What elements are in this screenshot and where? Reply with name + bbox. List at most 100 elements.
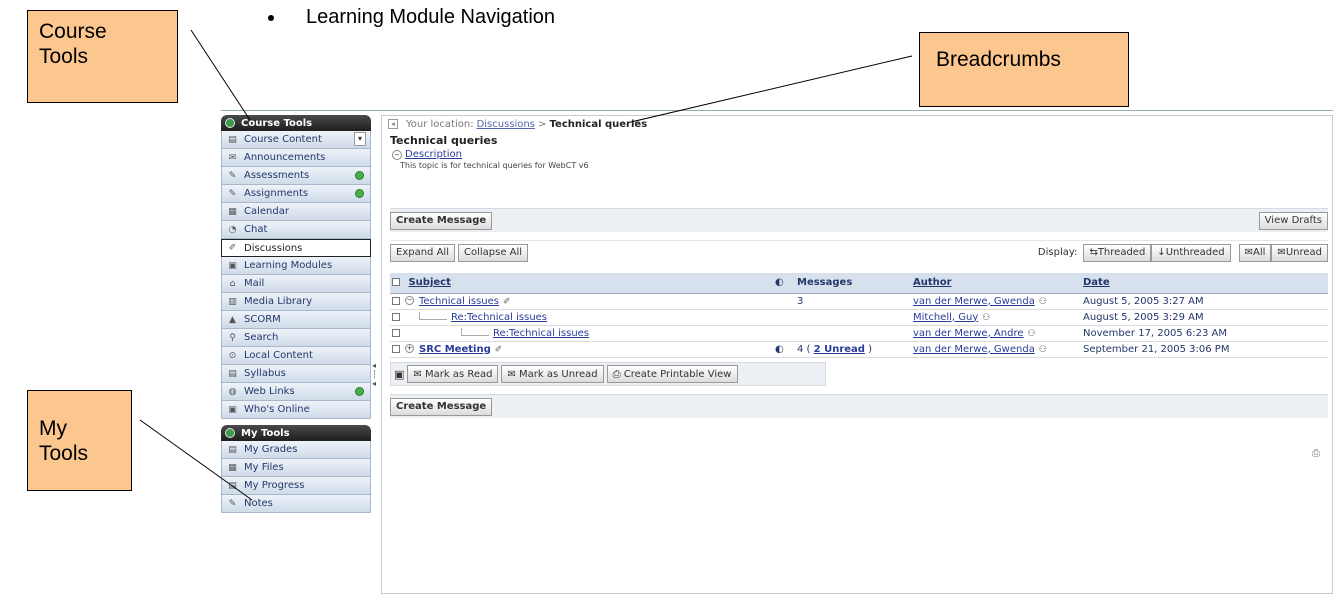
collapse-icon xyxy=(225,428,235,438)
threaded-button[interactable]: ⇆ Threaded xyxy=(1083,243,1152,262)
bullet-text: Learning Module Navigation xyxy=(306,6,556,28)
collapse-sidebar-icon[interactable]: ◂ xyxy=(388,119,398,129)
sidebar-item-calendar[interactable]: ▦ Calendar xyxy=(221,203,371,221)
sidebar-item-chat[interactable]: ◔ Chat xyxy=(221,221,371,239)
table-row: − Technical issues ✐ 3 van der Merwe, Gwen… xyxy=(390,293,1328,310)
sidebar-item-my-progress[interactable]: ▤ My Progress xyxy=(221,477,371,495)
sidebar-item-whos-online[interactable]: ▣ Who's Online xyxy=(221,401,371,419)
my-tools-heading[interactable]: My Tools xyxy=(221,425,371,441)
printable-view-label: Create Printable View xyxy=(623,368,732,380)
author-link[interactable]: van der Merwe, Gwenda xyxy=(913,296,1035,307)
view-drafts-button[interactable]: View Drafts xyxy=(1258,211,1328,230)
unthreaded-label: Unthreaded xyxy=(1165,247,1225,258)
sidebar-item-assessments[interactable]: ✎ Assessments xyxy=(221,167,371,185)
author-header[interactable]: Author xyxy=(913,277,952,288)
unthreaded-button[interactable]: ↓ Unthreaded xyxy=(1151,243,1231,262)
mark-as-read-button[interactable]: ✉ Mark as Read xyxy=(407,365,499,383)
profile-icon[interactable]: ⚇ xyxy=(1028,329,1036,339)
create-message-bar: Create Message View Drafts xyxy=(390,208,1328,232)
progress-icon: ▤ xyxy=(228,480,237,491)
sidebar-item-label: SCORM xyxy=(244,314,281,325)
description-link[interactable]: Description xyxy=(405,149,462,160)
message-subject-link[interactable]: Technical issues xyxy=(419,296,499,307)
selected-icon: ▣ xyxy=(394,367,405,381)
collapse-thread-icon[interactable]: − xyxy=(405,296,414,305)
mark-as-unread-label: Mark as Unread xyxy=(519,368,598,380)
select-all-checkbox[interactable] xyxy=(392,278,400,287)
expand-all-button[interactable]: Expand All xyxy=(390,243,455,262)
filter-all-label: All xyxy=(1253,247,1266,258)
row-checkbox[interactable] xyxy=(392,328,400,337)
description-toggle[interactable]: − Description xyxy=(382,147,1332,160)
sidebar-item-assignments[interactable]: ✎ Assignments xyxy=(221,185,371,203)
breadcrumb: ◂ Your location: Discussions > Technical… xyxy=(382,116,1332,132)
sidebar-item-my-grades[interactable]: ▤ My Grades xyxy=(221,441,371,459)
view-options-bar: Expand All Collapse All Display: ⇆ Thread… xyxy=(390,240,1328,264)
filter-all-button[interactable]: ✉ All xyxy=(1238,243,1272,262)
create-message-button-bottom[interactable]: Create Message xyxy=(390,397,493,416)
sidebar-item-web-links[interactable]: ◍ Web Links xyxy=(221,383,371,401)
sidebar-item-local-content[interactable]: ⊙ Local Content xyxy=(221,347,371,365)
mark-as-unread-button[interactable]: ✉ Mark as Unread xyxy=(501,365,604,383)
sidebar-resize-handle[interactable]: ◂ ┆ ◂ xyxy=(372,361,378,403)
sidebar-item-learning-modules[interactable]: ▣ Learning Modules xyxy=(221,257,371,275)
sidebar-item-syllabus[interactable]: ▤ Syllabus xyxy=(221,365,371,383)
syllabus-icon: ▤ xyxy=(228,368,237,379)
sidebar-item-search[interactable]: ⚲ Search xyxy=(221,329,371,347)
subject-header[interactable]: Subject xyxy=(408,277,450,288)
create-message-button[interactable]: Create Message xyxy=(390,211,493,230)
table-row: Re:Technical issues van der Merwe, Andre… xyxy=(390,325,1328,342)
sidebar-item-label: Local Content xyxy=(244,350,313,361)
profile-icon[interactable]: ⚇ xyxy=(982,313,990,323)
message-date: November 17, 2005 6:23 AM xyxy=(1083,325,1328,342)
row-checkbox[interactable] xyxy=(392,312,400,321)
profile-icon[interactable]: ⚇ xyxy=(1039,297,1047,307)
author-link[interactable]: Mitchell, Guy xyxy=(913,312,978,323)
threaded-label: Threaded xyxy=(1097,247,1146,258)
filter-unread-button[interactable]: ✉ Unread xyxy=(1271,243,1328,262)
sidebar-item-my-files[interactable]: ▦ My Files xyxy=(221,459,371,477)
new-item-indicator-icon xyxy=(355,171,364,180)
sidebar-item-discussions[interactable]: ✐ Discussions xyxy=(221,239,371,257)
sidebar-item-mail[interactable]: ⌂ Mail xyxy=(221,275,371,293)
webct-screenshot: Course Tools ▤ Course Content ▾ ✉ Announcem… xyxy=(221,110,1333,594)
breadcrumb-link-discussions[interactable]: Discussions xyxy=(477,119,535,130)
sidebar-item-label: Announcements xyxy=(244,152,326,163)
course-tools-heading[interactable]: Course Tools xyxy=(221,115,371,131)
message-subject-link[interactable]: SRC Meeting xyxy=(419,344,491,355)
thread-line-icon xyxy=(461,327,489,336)
table-row: Re:Technical issues Mitchell, Guy ⚇ Augus… xyxy=(390,309,1328,326)
unread-count-link[interactable]: 2 Unread xyxy=(814,344,865,355)
unread-messages-icon: ✉ xyxy=(1277,247,1286,258)
thread-line-icon xyxy=(419,311,447,320)
row-checkbox[interactable] xyxy=(392,344,400,353)
author-link[interactable]: van der Merwe, Gwenda xyxy=(913,344,1035,355)
sidebar-item-label: My Grades xyxy=(244,444,298,455)
print-icon[interactable]: ⎙ xyxy=(1312,448,1320,459)
author-link[interactable]: van der Merwe, Andre xyxy=(913,328,1024,339)
message-subject-link[interactable]: Re:Technical issues xyxy=(451,312,547,323)
message-date: August 5, 2005 3:27 AM xyxy=(1083,293,1328,310)
expand-thread-icon[interactable]: + xyxy=(405,344,414,353)
sidebar-item-label: Calendar xyxy=(244,206,289,217)
message-subject-link[interactable]: Re:Technical issues xyxy=(493,328,589,339)
sidebar-item-scorm[interactable]: ▲ SCORM xyxy=(221,311,371,329)
search-icon: ⚲ xyxy=(229,332,236,343)
sidebar-item-course-content[interactable]: ▤ Course Content ▾ xyxy=(221,131,371,149)
sidebar-item-label: Web Links xyxy=(244,386,295,397)
sidebar-item-media-library[interactable]: ▥ Media Library xyxy=(221,293,371,311)
sidebar-item-label: Media Library xyxy=(244,296,313,307)
course-tools-callout-text: Course Tools xyxy=(39,20,107,69)
printable-view-button[interactable]: ⎙ Create Printable View xyxy=(606,365,738,383)
date-header[interactable]: Date xyxy=(1083,277,1110,288)
profile-icon[interactable]: ⚇ xyxy=(1039,345,1047,355)
row-checkbox[interactable] xyxy=(392,296,400,305)
sidebar-item-label: Who's Online xyxy=(244,404,310,415)
display-label: Display: xyxy=(1037,247,1078,258)
collapse-all-button[interactable]: Collapse All xyxy=(457,243,529,262)
breadcrumb-separator: > xyxy=(537,118,547,130)
sidebar-item-notes[interactable]: ✎ Notes xyxy=(221,495,371,513)
chevron-down-icon[interactable]: ▾ xyxy=(354,132,366,146)
threaded-icon: ⇆ xyxy=(1089,247,1098,258)
sidebar-item-announcements[interactable]: ✉ Announcements xyxy=(221,149,371,167)
